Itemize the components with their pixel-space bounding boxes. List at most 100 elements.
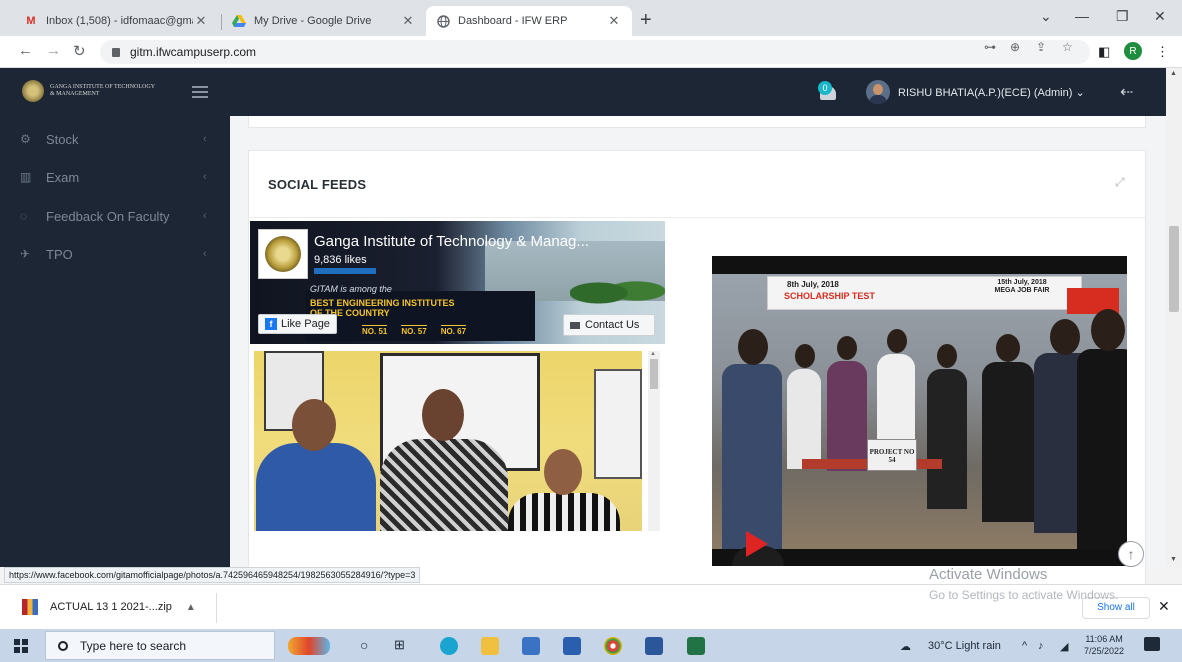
page-scroll-thumb[interactable] (1169, 226, 1179, 312)
notification-bell-icon[interactable]: 0 (818, 81, 838, 103)
card-title: SOCIAL FEEDS (268, 177, 367, 192)
logout-icon[interactable]: ⇠ (1120, 82, 1133, 102)
cover-text: GITAM is among the (310, 284, 392, 294)
share-icon[interactable]: ⇪ (1036, 40, 1046, 54)
chrome-icon[interactable] (604, 637, 622, 655)
tab-title: Dashboard - IFW ERP (458, 15, 568, 27)
tab-title: My Drive - Google Drive (254, 15, 372, 27)
close-icon[interactable]: ✕ (193, 13, 209, 29)
sidepanel-icon[interactable]: ◧ (1098, 44, 1110, 60)
sidebar-item-feedback[interactable]: ◌ Feedback On Faculty ‹ (0, 197, 230, 235)
user-menu[interactable]: RISHU BHATIA(A.P.)(ECE) (Admin) ⌄ (898, 86, 1085, 99)
taskbar-clock[interactable]: 11:06 AM 7/25/2022 (1084, 633, 1124, 657)
previous-card (248, 116, 1146, 128)
chevron-up-icon[interactable]: ▲ (186, 602, 196, 613)
sidebar-item-tpo[interactable]: ✈ TPO ‹ (0, 235, 230, 273)
task-view-icon[interactable]: ⊞ (394, 637, 405, 653)
activate-windows-title: Activate Windows (929, 566, 1048, 583)
browser-tabstrip: M Inbox (1,508) - idfomaac@gmail ✕ My Dr… (0, 0, 1182, 36)
profile-avatar[interactable]: R (1124, 42, 1142, 60)
weather-icon[interactable]: ☁ (900, 640, 911, 653)
windows-taskbar: Type here to search ○ ⊞ ☁ 30°C Light rai… (0, 629, 1182, 662)
tab-dashboard[interactable]: Dashboard - IFW ERP ✕ (426, 6, 632, 36)
close-icon[interactable]: ✕ (400, 13, 416, 29)
chevron-left-icon: ‹ (203, 248, 207, 260)
tray-chevron-icon[interactable]: ^ (1022, 640, 1027, 652)
app-header: GANGA INSTITUTE OF TECHNOLOGY & MANAGEME… (0, 68, 1166, 116)
close-icon[interactable]: ✕ (606, 13, 622, 29)
facebook-post-photo[interactable] (254, 351, 642, 531)
mail-icon[interactable] (563, 637, 581, 655)
rank-list: NO. 51 NO. 57 NO. 67 (362, 325, 480, 336)
expand-icon[interactable]: ⤢ (1115, 175, 1125, 190)
back-icon[interactable]: ← (18, 42, 33, 59)
download-filename: ACTUAL 13 1 2021-...zip (50, 601, 172, 613)
banner-date: 8th July, 2018 (787, 280, 839, 289)
minimize-icon[interactable]: — (1075, 8, 1089, 24)
play-icon[interactable] (746, 531, 768, 557)
menu-toggle-icon[interactable] (192, 86, 208, 98)
activate-windows-subtitle: Go to Settings to activate Windows. (929, 588, 1119, 602)
facebook-likes: 9,836 likes (314, 254, 367, 266)
contact-us-label: Contact Us (585, 319, 640, 331)
zoom-icon[interactable]: ⊕ (1010, 40, 1020, 54)
person (380, 389, 508, 531)
chevron-left-icon: ‹ (203, 210, 207, 222)
stock-icon: ⚙ (20, 132, 31, 146)
scroll-to-top-button[interactable]: ↑ (1118, 541, 1144, 567)
news-doodle-icon[interactable] (288, 637, 330, 655)
tab-gmail[interactable]: M Inbox (1,508) - idfomaac@gmail ✕ (14, 6, 219, 36)
tab-title: Inbox (1,508) - idfomaac@gmail (46, 15, 193, 27)
key-icon[interactable]: ⊶ (984, 40, 996, 54)
menu-dots-icon[interactable]: ⋮ (1156, 44, 1169, 60)
reload-icon[interactable]: ↻ (73, 42, 86, 60)
facebook-cover[interactable]: Ganga Institute of Technology & Manag...… (250, 221, 665, 344)
exam-chart-icon: ▥ (20, 170, 32, 184)
facebook-page-name[interactable]: Ganga Institute of Technology & Manag... (314, 233, 589, 250)
sidebar-item-exam[interactable]: ▥ Exam ‹ (0, 158, 230, 196)
cortana-icon[interactable]: ○ (360, 637, 368, 653)
facebook-page-logo[interactable] (258, 229, 308, 279)
word-icon[interactable] (645, 637, 663, 655)
scroll-down-arrow-icon[interactable]: ▼ (1170, 556, 1177, 563)
forward-icon[interactable]: → (46, 42, 61, 59)
institute-logo[interactable]: GANGA INSTITUTE OF TECHNOLOGY & MANAGEME… (22, 80, 155, 102)
sidebar-item-label: TPO (46, 246, 73, 262)
network-icon[interactable]: ◢ (1060, 640, 1068, 653)
address-bar[interactable]: gitm.ifwcampuserp.com (100, 40, 1090, 64)
windows-start-icon[interactable] (14, 639, 28, 653)
tab-drive[interactable]: My Drive - Google Drive ✕ (222, 6, 426, 36)
restore-icon[interactable]: ❐ (1116, 8, 1129, 25)
user-avatar[interactable] (866, 80, 890, 104)
notification-badge: 0 (818, 81, 832, 95)
file-explorer-icon[interactable] (481, 637, 499, 655)
link-status-bar: https://www.facebook.com/gitamofficialpa… (4, 567, 421, 583)
feedback-icon: ◌ (20, 209, 28, 223)
widget-scrollbar[interactable]: ▲ (648, 351, 660, 531)
volume-icon[interactable]: ♪ (1038, 640, 1044, 652)
facebook-page-widget[interactable]: Ganga Institute of Technology & Manag...… (250, 221, 665, 531)
video-player[interactable]: 8th July, 2018 SCHOLARSHIP TEST 15th Jul… (712, 256, 1127, 566)
like-page-button[interactable]: f Like Page (258, 314, 337, 334)
notification-center-icon[interactable] (1144, 637, 1160, 651)
edge-icon[interactable] (440, 637, 458, 655)
tab-search-icon[interactable]: ⌄ (1040, 8, 1052, 25)
scroll-up-arrow-icon[interactable]: ▲ (1170, 70, 1177, 77)
store-icon[interactable] (522, 637, 540, 655)
window-close-icon[interactable]: ✕ (1154, 8, 1166, 25)
contact-us-button[interactable]: Contact Us (563, 314, 655, 336)
sidebar-item-label: Feedback On Faculty (46, 208, 170, 224)
close-icon[interactable]: ✕ (1158, 598, 1170, 615)
cover-headline-line: BEST ENGINEERING INSTITUTES (310, 298, 455, 308)
sidebar-item-stock[interactable]: ⚙ Stock ‹ (0, 120, 230, 158)
download-item[interactable]: ACTUAL 13 1 2021-...zip ▲ (22, 599, 196, 615)
scroll-up-arrow-icon[interactable]: ▲ (650, 351, 656, 357)
bookmark-star-icon[interactable]: ☆ (1062, 40, 1073, 54)
gmail-icon: M (26, 15, 36, 27)
taskbar-search-input[interactable]: Type here to search (45, 631, 275, 660)
page-scrollbar[interactable]: ▲ ▼ (1166, 68, 1182, 567)
new-tab-icon[interactable]: + (640, 9, 652, 32)
scroll-thumb[interactable] (650, 359, 658, 389)
excel-icon[interactable] (687, 637, 705, 655)
weather-text[interactable]: 30°C Light rain (928, 640, 1001, 652)
